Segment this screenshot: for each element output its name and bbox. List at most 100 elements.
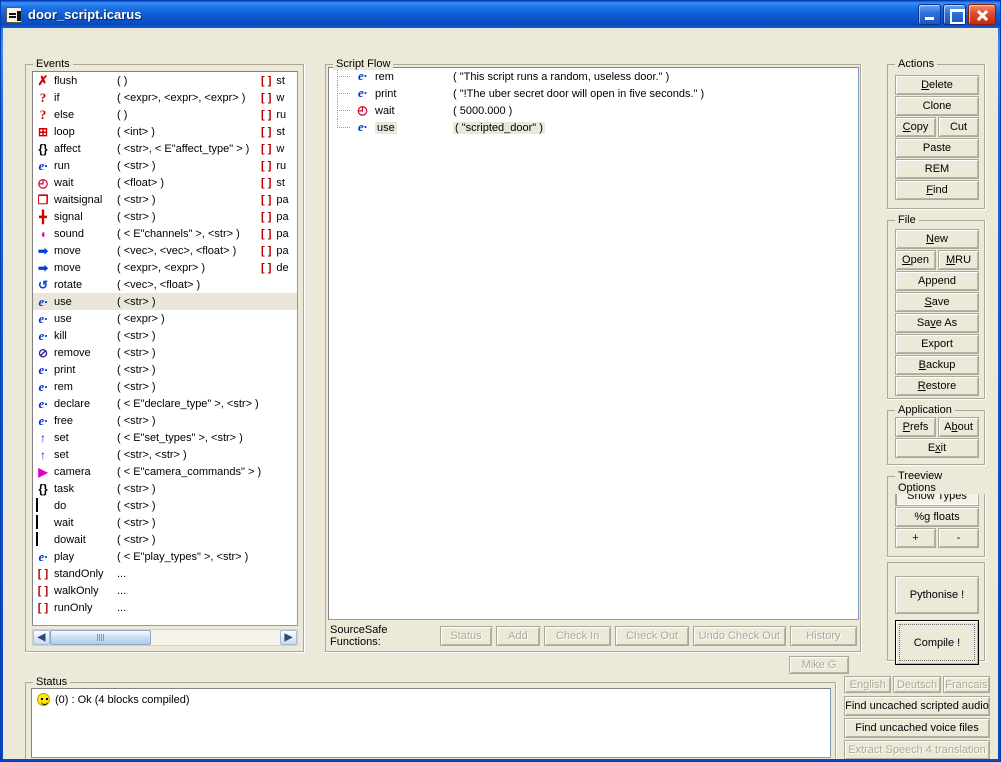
file-save-as-button[interactable]: Save As (895, 313, 979, 333)
application-prefs-button[interactable]: Prefs (895, 417, 936, 437)
scroll-right-icon[interactable]: ▶ (280, 630, 297, 645)
file-mru-button[interactable]: MRU (938, 250, 979, 270)
script-flow-row[interactable]: e· rem ( "This script runs a random, usele… (329, 68, 858, 85)
application-exit-button[interactable]: Exit (895, 438, 979, 458)
language-francais-button[interactable]: Francais (942, 676, 990, 693)
treeview--button[interactable]: + (895, 528, 936, 548)
event-row[interactable]: e· print ( <str> ) (33, 361, 297, 378)
event-row[interactable]: [ ] runOnly... (33, 599, 297, 616)
actions-clone-button[interactable]: Clone (895, 96, 979, 116)
event-row[interactable]: ╋ signal ( <str> ) [ ] pa (33, 208, 297, 225)
tool-extract-speech-4-translation-button[interactable]: Extract Speech 4 translation (844, 740, 990, 759)
status-group-label: Status (33, 676, 71, 688)
actions-cut-button[interactable]: Cut (938, 117, 979, 137)
scroll-left-icon[interactable]: ◀ (33, 630, 50, 645)
event-row[interactable]: ▶ camera ( < E"camera_commands" > ) (33, 463, 297, 480)
treeview-options-group-label: Treeview Options (895, 470, 986, 494)
event-name: rem (54, 380, 73, 393)
event-row[interactable]: [ ] standOnly... (33, 565, 297, 582)
event-row[interactable]: {} affect ( <str>, < E"affect_type" > ) [ ]… (33, 140, 297, 157)
language-deutsch-button[interactable]: Deutsch (893, 676, 941, 693)
event-args: ( ) (117, 108, 128, 121)
events-list[interactable]: ✗ flush ( ) [ ] st? if ( <expr>, <expr>, <expr… (32, 71, 298, 626)
event-args: ( < E"channels" >, <str> ) (117, 227, 240, 240)
event-type: [ ] pa (261, 210, 289, 223)
sourcesafe-history-button[interactable]: History (789, 626, 857, 646)
event-row[interactable]: ❐ waitsignal ( <str> ) [ ] pa (33, 191, 297, 208)
sourcesafe-undo-check-out-button[interactable]: Undo Check Out (692, 626, 786, 646)
tree-connector (333, 119, 355, 136)
file-restore-button[interactable]: Restore (895, 376, 979, 396)
event-args: ... (117, 601, 127, 614)
sourcesafe-status-button[interactable]: Status (440, 626, 492, 646)
status-output[interactable]: (0) : Ok (4 blocks compiled) (31, 688, 831, 758)
event-row[interactable]: ↑ set ( < E"set_types" >, <str> ) (33, 429, 297, 446)
event-row[interactable]: e· run ( <str> ) [ ] ru (33, 157, 297, 174)
event-row[interactable]: wait ( <str> ) (33, 514, 297, 531)
event-row[interactable]: ? if ( <expr>, <expr>, <expr> ) [ ] w (33, 89, 297, 106)
file-group-label: File (895, 214, 919, 226)
file-backup-button[interactable]: Backup (895, 355, 979, 375)
sourcesafe-check-out-button[interactable]: Check Out (615, 626, 689, 646)
event-row[interactable]: ◖ sound ( < E"channels" >, <str> ) [ ] pa (33, 225, 297, 242)
actions-rem-button[interactable]: REM (895, 159, 979, 179)
event-row[interactable]: do ( <str> ) (33, 497, 297, 514)
event-row[interactable]: e· declare ( < E"declare_type" >, <str> ) (33, 395, 297, 412)
actions-copy-button[interactable]: Copy (895, 117, 936, 137)
event-args: ( <str> ) (117, 159, 156, 172)
minimize-button[interactable] (918, 4, 941, 25)
compile-button[interactable]: Compile ! (895, 620, 979, 665)
pythonise-button[interactable]: Pythonise ! (895, 576, 979, 614)
set-icon: ↑ (40, 430, 46, 445)
event-row[interactable]: ↺ rotate ( <vec>, <float> ) (33, 276, 297, 293)
event-row[interactable]: ⊞ loop ( <int> ) [ ] st (33, 123, 297, 140)
events-horizontal-scrollbar[interactable]: ◀ ▶ (32, 629, 298, 646)
actions-paste-button[interactable]: Paste (895, 138, 979, 158)
event-row[interactable]: ➡ move ( <vec>, <vec>, <float> ) [ ] pa (33, 242, 297, 259)
event-name: run (54, 159, 70, 172)
event-row[interactable]: ? else ( ) [ ] ru (33, 106, 297, 123)
event-row[interactable]: ✗ flush ( ) [ ] st (33, 72, 297, 89)
treeview--button[interactable]: - (938, 528, 979, 548)
language-english-button[interactable]: English (844, 676, 892, 693)
event-name: remove (54, 346, 91, 359)
sourcesafe-add-button[interactable]: Add (495, 626, 541, 646)
script-flow-row[interactable]: e· print ( "!The uber secret door will ope… (329, 85, 858, 102)
maximize-button[interactable] (943, 4, 966, 25)
event-row[interactable]: e· play ( < E"play_types" >, <str> ) (33, 548, 297, 565)
event-row[interactable]: e· kill ( <str> ) (33, 327, 297, 344)
event-row[interactable]: e· use ( <expr> ) (33, 310, 297, 327)
file-save-button[interactable]: Save (895, 292, 979, 312)
user-button[interactable]: Mike G (789, 656, 849, 674)
scroll-thumb[interactable] (50, 630, 151, 645)
event-row[interactable]: ↑ set ( <str>, <str> ) (33, 446, 297, 463)
treeview-g-floats-button[interactable]: %g floats (895, 507, 979, 527)
scroll-track[interactable] (50, 630, 280, 645)
event-row[interactable]: ⊘ remove ( <str> ) (33, 344, 297, 361)
event-row[interactable]: ◴ wait ( <float> ) [ ] st (33, 174, 297, 191)
tool-find-uncached-voice-files-button[interactable]: Find uncached voice files (844, 718, 990, 738)
file-open-button[interactable]: Open (895, 250, 936, 270)
close-button[interactable] (968, 4, 996, 25)
event-row[interactable]: e· free ( <str> ) (33, 412, 297, 429)
event-row[interactable]: e· rem ( <str> ) (33, 378, 297, 395)
script-flow-tree[interactable]: e· rem ( "This script runs a random, usele… (328, 67, 859, 620)
else-icon: ? (39, 106, 47, 122)
event-row[interactable]: ➡ move ( <expr>, <expr> ) [ ] de (33, 259, 297, 276)
application-about-button[interactable]: About (938, 417, 979, 437)
event-row[interactable]: e· use ( <str> ) (33, 293, 297, 310)
actions-delete-button[interactable]: Delete (895, 75, 979, 95)
script-flow-row[interactable]: e· use ( "scripted_door" ) (329, 119, 858, 136)
file-new-button[interactable]: New (895, 229, 979, 249)
tool-find-uncached-scripted-audio-button[interactable]: Find uncached scripted audio (844, 696, 990, 716)
event-row[interactable]: {} task ( <str> ) (33, 480, 297, 497)
sourcesafe-check-in-button[interactable]: Check In (544, 626, 612, 646)
event-row[interactable]: [ ] walkOnly... (33, 582, 297, 599)
actions-find-button[interactable]: Find (895, 180, 979, 200)
file-export-button[interactable]: Export (895, 334, 979, 354)
file-append-button[interactable]: Append (895, 271, 979, 291)
event-name: standOnly (54, 567, 104, 580)
event-row[interactable]: dowait ( <str> ) (33, 531, 297, 548)
event-args: ( <str> ) (117, 499, 156, 512)
script-flow-row[interactable]: ◴ wait ( 5000.000 ) (329, 102, 858, 119)
